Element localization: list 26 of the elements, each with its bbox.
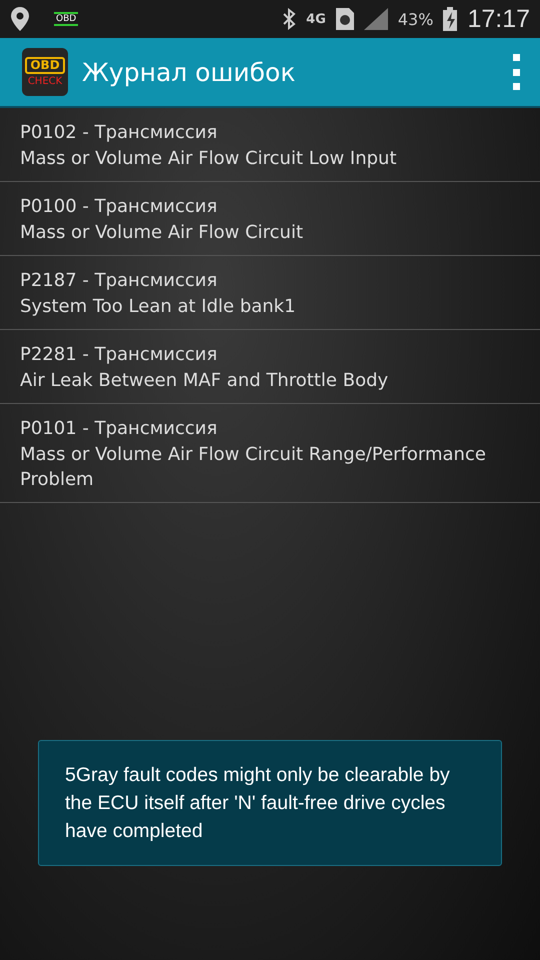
fault-code-item[interactable]: P2187 - Трансмиссия System Too Lean at Idle bank1 [0, 256, 540, 330]
bluetooth-icon [282, 8, 296, 30]
fault-code: P0100 - Трансмиссия [20, 195, 218, 219]
network-type: 4G [306, 12, 326, 26]
signal-icon [364, 8, 388, 30]
fault-description: Mass or Volume Air Flow Circuit Low Input [20, 147, 398, 171]
fault-code-item[interactable]: P2281 - Трансмиссия Air Leak Between MAF and Throttle Body [0, 330, 540, 404]
app-logo[interactable]: OBD CHECK [22, 48, 68, 96]
fault-code: P0101 - Трансмиссия [20, 417, 218, 441]
fault-code: P2187 - Трансмиссия [20, 269, 218, 293]
fault-code-item[interactable]: P0101 - Трансмиссия Mass or Volume Air Flow Circuit Range/Performance Problem [0, 404, 540, 503]
screen-title: Журнал ошибок [82, 58, 296, 86]
battery-charging-icon [443, 7, 458, 31]
fault-description: Mass or Volume Air Flow Circuit Range/Performance Problem [20, 443, 487, 492]
battery-percent: 43% [398, 10, 434, 28]
fault-code-item[interactable]: P0100 - Трансмиссия Mass or Volume Air Flow Circuit [0, 182, 540, 256]
fault-description: Mass or Volume Air Flow Circuit [20, 221, 304, 245]
fault-description: Air Leak Between MAF and Throttle Body [20, 369, 390, 393]
clock: 17:17 [467, 4, 530, 34]
fault-code: P2281 - Трансмиссия [20, 343, 218, 367]
toast-message: 5Gray fault codes might only be clearable by the ECU itself after 'N' fault-free drive cycles have completed [38, 740, 502, 866]
fault-code: P0102 - Трансмиссия [20, 121, 218, 145]
location-icon [10, 7, 30, 31]
fault-code-item[interactable]: P0102 - Трансмиссия Mass or Volume Air Flow Circuit Low Input [0, 108, 540, 182]
overflow-menu-icon[interactable] [510, 54, 522, 90]
fault-description: System Too Lean at Idle bank1 [20, 295, 297, 319]
